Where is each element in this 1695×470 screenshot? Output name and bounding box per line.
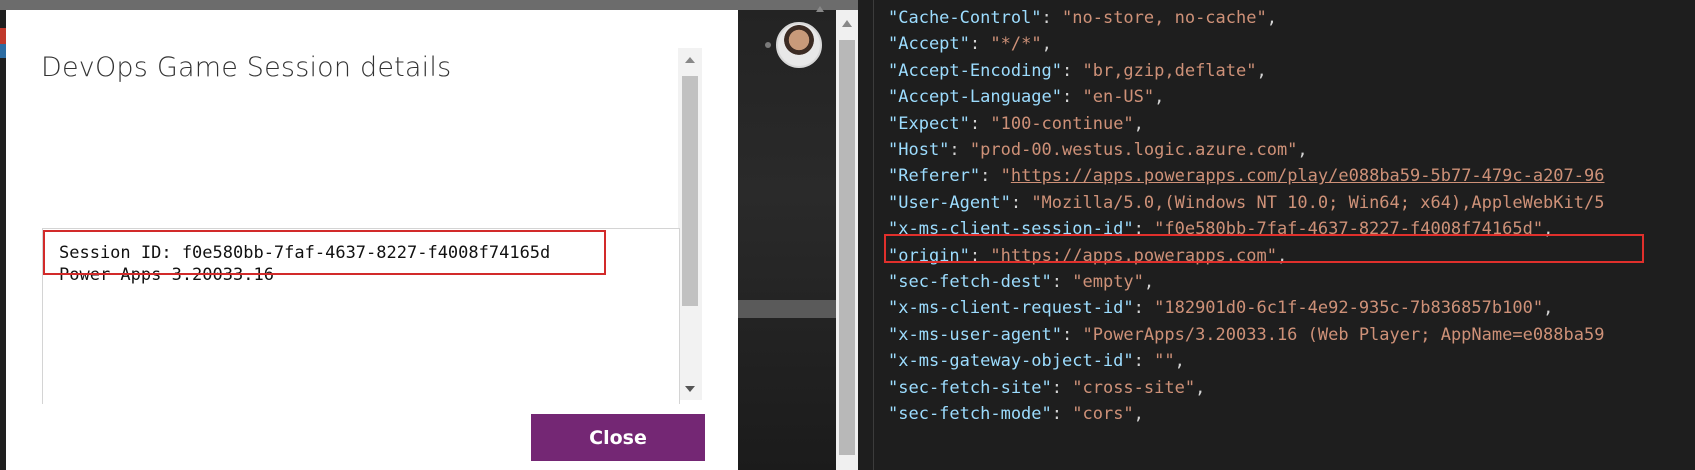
json-colon: :: [1062, 60, 1083, 81]
code-line: "x-ms-gateway-object-id": "",: [888, 347, 1185, 376]
json-colon: :: [969, 113, 991, 134]
user-status-dot: [765, 42, 771, 48]
code-line: "Host": "prod-00.westus.logic.azure.com"…: [888, 136, 1308, 165]
json-key: "Cache-Control": [888, 8, 1042, 28]
dialog-scroll-up-icon[interactable]: [685, 57, 695, 63]
app-scroll-thumb[interactable]: [839, 40, 855, 455]
app-top-stripe: [0, 0, 858, 10]
json-comma: ,: [1543, 298, 1554, 319]
json-colon: :: [949, 140, 970, 160]
json-quote: ": [1000, 166, 1011, 187]
session-id-header-highlight-box: [884, 234, 1644, 263]
json-value: "cross-site": [1072, 377, 1196, 398]
json-colon: :: [969, 34, 991, 55]
app-side-panel: [738, 10, 838, 470]
json-value: "PowerApps/3.20033.16 (Web Player; AppNa…: [1082, 324, 1605, 345]
json-colon: :: [1133, 351, 1155, 372]
app-side-band: [738, 300, 838, 318]
json-value: "*/*": [990, 34, 1042, 55]
user-avatar[interactable]: [776, 22, 822, 68]
scroll-up-arrow-icon[interactable]: [842, 20, 852, 27]
json-key: "x-ms-gateway-object-id": [888, 351, 1134, 372]
session-id-highlight-box: [43, 230, 606, 275]
json-key: "sec-fetch-dest": [888, 272, 1052, 292]
json-colon: :: [1010, 192, 1032, 213]
dialog-scroll-thumb[interactable]: [682, 76, 698, 306]
json-value: "100-continue": [990, 113, 1134, 134]
json-value: "no-store, no-cache": [1062, 8, 1267, 28]
editor-indent-guide: [873, 0, 874, 470]
session-details-dialog: DevOps Game Session details Session ID: …: [6, 10, 738, 470]
code-line: "Expect": "100-continue",: [888, 110, 1144, 139]
json-comma: ,: [1256, 60, 1267, 81]
json-colon: :: [1062, 87, 1083, 108]
json-value: "Mozilla/5.0,(Windows NT 10.0; Win64; x6…: [1031, 192, 1605, 213]
json-value: "br,gzip,deflate": [1082, 60, 1257, 81]
json-colon: :: [1051, 377, 1073, 398]
json-comma: ,: [1297, 140, 1308, 160]
json-comma: ,: [1041, 34, 1052, 55]
code-line: "x-ms-user-agent": "PowerApps/3.20033.16…: [888, 321, 1604, 350]
code-line: "Accept-Language": "en-US",: [888, 83, 1164, 112]
json-key: "x-ms-client-request-id": [888, 298, 1134, 319]
code-line: "Referer": "https://apps.powerapps.com/p…: [888, 162, 1604, 191]
dialog-title: DevOps Game Session details: [41, 52, 452, 83]
code-line: "Accept": "*/*",: [888, 30, 1052, 59]
json-editor[interactable]: "Cache-Control": "no-store, no-cache", "A…: [858, 0, 1695, 470]
json-comma: ,: [1154, 87, 1165, 108]
json-value: "en-US": [1082, 87, 1155, 108]
json-comma: ,: [1133, 404, 1144, 424]
code-line: "sec-fetch-mode": "cors",: [888, 400, 1144, 429]
code-line: "x-ms-client-request-id": "182901d0-6c1f…: [888, 294, 1553, 323]
json-colon: :: [1133, 298, 1155, 319]
json-comma: ,: [1266, 8, 1277, 28]
json-value: "cors": [1072, 404, 1134, 424]
code-line: "Accept-Encoding": "br,gzip,deflate",: [888, 57, 1267, 86]
json-comma: ,: [1195, 377, 1206, 398]
json-comma: ,: [1174, 351, 1185, 372]
json-comma: ,: [1143, 272, 1155, 292]
json-value: "": [1154, 351, 1175, 372]
json-key: "User-Agent": [888, 192, 1011, 213]
json-key: "Referer": [888, 166, 981, 187]
json-colon: :: [980, 166, 1001, 187]
dialog-scrollbar[interactable]: [678, 48, 702, 400]
json-value: "empty": [1072, 272, 1144, 292]
json-colon: :: [1051, 404, 1073, 424]
scroll-up-icon[interactable]: [816, 6, 824, 12]
code-line: "User-Agent": "Mozilla/5.0,(Windows NT 1…: [888, 189, 1604, 218]
json-key: "Expect": [888, 113, 970, 134]
json-colon: :: [1041, 8, 1063, 28]
app-scrollbar[interactable]: [836, 10, 858, 470]
json-key: "Accept": [888, 34, 970, 55]
json-value: "182901d0-6c1f-4e92-935c-7b836857b100": [1154, 298, 1544, 319]
code-line: "sec-fetch-dest": "empty",: [888, 268, 1154, 297]
dialog-scroll-down-icon[interactable]: [685, 386, 695, 392]
json-key: "Accept-Language": [888, 87, 1062, 108]
json-colon: :: [1062, 324, 1083, 345]
json-key: "sec-fetch-mode": [888, 404, 1052, 424]
json-key: "Accept-Encoding": [888, 60, 1062, 81]
json-link[interactable]: https://apps.powerapps.com/play/e088ba59…: [1011, 166, 1605, 186]
json-key: "Host": [888, 140, 950, 160]
close-button[interactable]: Close: [531, 414, 705, 461]
json-value: "prod-00.westus.logic.azure.com": [969, 140, 1298, 160]
json-comma: ,: [1133, 113, 1144, 134]
json-key: "x-ms-user-agent": [888, 324, 1062, 345]
code-line: "Cache-Control": "no-store, no-cache",: [888, 4, 1277, 33]
json-colon: :: [1051, 272, 1073, 292]
code-line: "sec-fetch-site": "cross-site",: [888, 374, 1205, 403]
json-key: "sec-fetch-site": [888, 377, 1052, 398]
